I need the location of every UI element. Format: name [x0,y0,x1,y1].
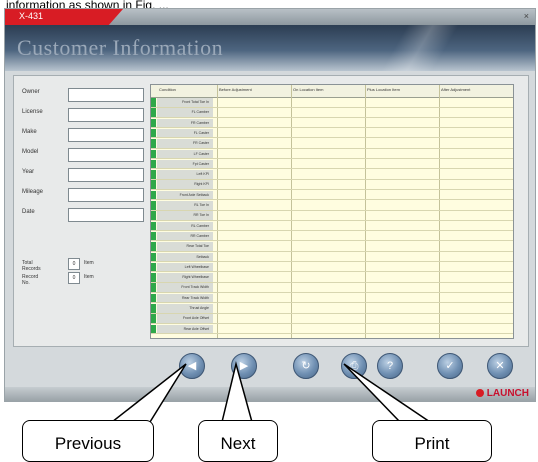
previous-callout-label: Previous [54,434,122,453]
previous-pointer [109,363,187,423]
print-callout-label: Print [414,434,450,453]
callout-pointers [109,361,433,423]
print-pointer [343,363,433,423]
print-callout: Print [372,420,492,462]
previous-callout: Previous [22,420,154,462]
next-pointer [221,361,253,423]
next-callout-label: Next [220,434,256,453]
next-callout: Next [198,420,278,462]
